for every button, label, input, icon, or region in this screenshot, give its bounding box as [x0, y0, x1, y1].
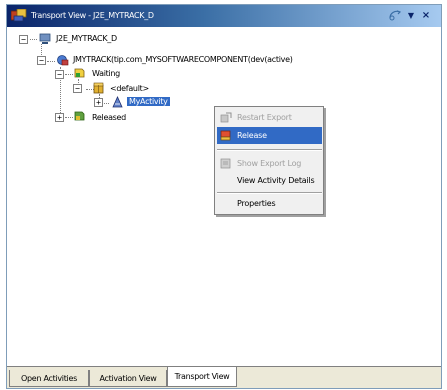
view-title-bar: Transport View - J2E_MYTRACK_D ▼ ×: [7, 5, 441, 27]
menu-item-release[interactable]: Release: [217, 127, 322, 144]
menu-item-restart-export[interactable]: Restart Export: [217, 109, 322, 126]
context-menu: Restart Export Release Show Export Log V…: [214, 106, 324, 215]
released-folder-icon: [74, 111, 85, 121]
tree-collapse-toggle[interactable]: −: [37, 56, 46, 65]
tree-collapse-toggle[interactable]: −: [19, 35, 28, 44]
tab-transport-view[interactable]: Transport View: [167, 367, 237, 387]
software-component-icon: [57, 55, 69, 66]
tree-collapse-toggle[interactable]: −: [55, 70, 64, 79]
transport-view-panel: Transport View - J2E_MYTRACK_D ▼ × − J2E…: [6, 4, 442, 389]
tree-connector: [65, 74, 73, 75]
tree-node-released[interactable]: Released: [92, 113, 126, 122]
tree-expand-toggle[interactable]: +: [55, 113, 64, 122]
menu-item-label: View Activity Details: [237, 176, 315, 185]
menu-separator: [217, 149, 322, 151]
view-tab-bar: Open Activities Activation View Transpor…: [7, 366, 441, 388]
tree-connector: [47, 61, 55, 62]
tree-node-root[interactable]: J2E_MYTRACK_D: [56, 34, 117, 43]
tree-expand-toggle[interactable]: +: [94, 98, 103, 107]
tab-open-activities[interactable]: Open Activities: [9, 370, 89, 387]
package-icon: [93, 82, 104, 94]
tree-node-default[interactable]: <default>: [110, 84, 149, 93]
tree-connector: [30, 39, 37, 40]
tree-node-activity[interactable]: MyActivity: [127, 97, 170, 106]
view-toolbar-icon[interactable]: [387, 9, 403, 23]
view-title: Transport View - J2E_MYTRACK_D: [31, 11, 154, 20]
menu-item-view-activity-details[interactable]: View Activity Details: [217, 172, 322, 189]
tree-node-component[interactable]: JMYTRACK(tip.com_MYSOFTWARECOMPONENT(dev…: [73, 55, 293, 64]
tab-activation-view[interactable]: Activation View: [89, 370, 167, 387]
export-log-icon: [220, 158, 231, 169]
restart-export-icon: [220, 112, 232, 123]
tree-connector: [65, 117, 73, 118]
release-icon: [220, 130, 231, 141]
activity-icon: [112, 96, 123, 108]
menu-item-show-export-log[interactable]: Show Export Log: [217, 155, 322, 172]
tree-node-waiting[interactable]: Waiting: [92, 69, 120, 78]
menu-separator: [217, 192, 322, 194]
menu-item-label: Properties: [237, 199, 276, 208]
view-menu-dropdown-icon[interactable]: ▼: [405, 9, 417, 23]
tree-collapse-toggle[interactable]: −: [73, 84, 82, 93]
transport-view-icon: [11, 9, 27, 22]
menu-item-properties[interactable]: Properties: [217, 195, 322, 212]
menu-item-label: Release: [237, 131, 267, 140]
track-icon: [39, 33, 51, 44]
close-icon[interactable]: ×: [420, 9, 432, 23]
waiting-folder-icon: [74, 68, 85, 78]
menu-item-label: Restart Export: [237, 113, 292, 122]
menu-item-label: Show Export Log: [237, 159, 302, 168]
